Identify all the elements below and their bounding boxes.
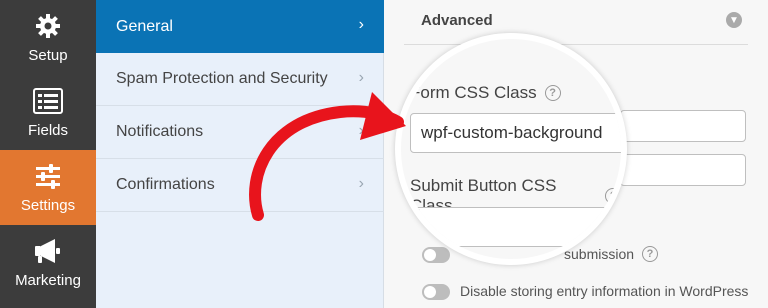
chevron-right-icon: › [358, 69, 364, 86]
form-css-input[interactable]: wpf-custom-background [410, 113, 621, 153]
section-label: Confirmations [116, 176, 215, 193]
advanced-section-header[interactable]: Advanced ▼ [404, 0, 748, 40]
section-general[interactable]: General › [96, 0, 384, 53]
sidebar-item-label: Marketing [15, 272, 81, 289]
submit-css-input[interactable] [410, 207, 621, 247]
sidebar-item-marketing[interactable]: Marketing [0, 225, 96, 300]
builder-sidebar: Setup Fields Settings Marketing [0, 0, 96, 308]
section-confirmations[interactable]: Confirmations › [96, 159, 384, 212]
section-notifications[interactable]: Notifications › [96, 106, 384, 159]
megaphone-icon [33, 236, 63, 266]
submit-css-input-tail[interactable] [620, 154, 746, 186]
chevron-right-icon: › [358, 175, 364, 192]
sliders-icon [33, 161, 63, 191]
divider [404, 44, 748, 45]
toggle-label-text: submission [564, 246, 635, 262]
sidebar-item-settings[interactable]: Settings [0, 150, 96, 225]
chevron-down-icon[interactable]: ▼ [726, 12, 742, 28]
sidebar-item-label: Settings [20, 197, 76, 214]
toggle-disable-storing-label: Disable storing entry information in Wor… [460, 283, 749, 299]
section-label: General [116, 17, 173, 35]
help-icon[interactable]: ? [544, 85, 561, 101]
settings-sections: General › Spam Protection and Security ›… [96, 0, 384, 308]
advanced-title: Advanced [421, 11, 493, 29]
help-icon[interactable]: ? [605, 188, 621, 204]
sidebar-item-label: Setup [28, 47, 68, 64]
section-label: Notifications [116, 123, 204, 140]
list-icon [33, 86, 63, 116]
gear-icon [33, 11, 63, 41]
form-css-label-text: Form CSS Class [410, 83, 537, 102]
form-css-label: Form CSS Class ? [410, 83, 561, 103]
magnifier-lens: Form CSS Class ? wpf-custom-background S… [395, 33, 627, 265]
toggle-label: submission ? [564, 246, 659, 262]
sidebar-item-fields[interactable]: Fields [0, 75, 96, 150]
form-css-input-tail[interactable] [620, 110, 746, 142]
toggle-disable-storing[interactable] [422, 284, 450, 300]
section-label: Spam Protection and Security [116, 70, 328, 87]
section-spam-protection[interactable]: Spam Protection and Security › [96, 53, 384, 106]
chevron-right-icon: › [358, 122, 364, 139]
sidebar-item-label: Fields [27, 122, 68, 139]
chevron-right-icon: › [358, 16, 364, 33]
help-icon[interactable]: ? [642, 246, 659, 262]
sidebar-item-setup[interactable]: Setup [0, 0, 96, 75]
